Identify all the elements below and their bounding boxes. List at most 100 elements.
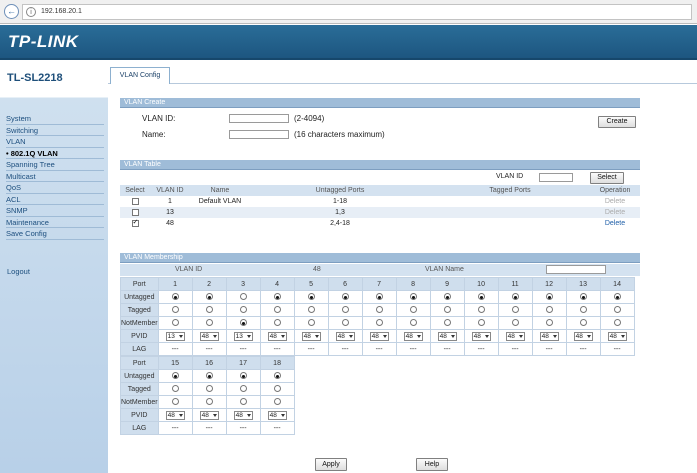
tagged-radio[interactable] [307,306,315,314]
pvid-select[interactable]: 48 [573,331,593,341]
untagged-radio[interactable] [307,293,315,301]
notmember-radio[interactable] [443,319,451,327]
pvid-select[interactable]: 48 [607,331,627,341]
row-select-checkbox[interactable] [131,197,139,205]
notmember-radio[interactable] [273,398,281,406]
row-delete-link[interactable]: Delete [590,207,640,218]
untagged-radio[interactable] [273,372,281,380]
notmember-radio[interactable] [511,319,519,327]
pvid-select[interactable]: 48 [199,331,219,341]
notmember-radio[interactable] [171,398,179,406]
tagged-radio[interactable] [239,385,247,393]
untagged-radio[interactable] [239,372,247,380]
notmember-radio[interactable] [545,319,553,327]
pvid-select[interactable]: 48 [539,331,559,341]
tagged-radio[interactable] [171,385,179,393]
help-button[interactable]: Help [416,458,448,471]
untagged-radio[interactable] [171,293,179,301]
pvid-select[interactable]: 48 [165,410,185,420]
notmember-radio[interactable] [375,319,383,327]
notmember-radio[interactable] [239,398,247,406]
tagged-radio[interactable] [477,306,485,314]
row-delete-link[interactable]: Delete [590,218,640,229]
notmember-radio[interactable] [613,319,621,327]
tagged-radio[interactable] [171,306,179,314]
untagged-radio[interactable] [273,293,281,301]
create-button[interactable]: Create [598,116,636,128]
sidebar-item-save-config[interactable]: Save Config [6,228,104,240]
untagged-radio[interactable] [511,293,519,301]
sidebar-item-switching[interactable]: Switching [6,125,104,136]
tagged-radio[interactable] [409,306,417,314]
tagged-radio[interactable] [205,306,213,314]
sidebar-item-vlan[interactable]: VLAN [6,136,104,148]
notmember-radio[interactable] [477,319,485,327]
pvid-select[interactable]: 13 [165,331,185,341]
notmember-radio[interactable] [579,319,587,327]
pvid-select[interactable]: 48 [267,410,287,420]
sidebar-item-acl[interactable]: ACL [6,194,104,205]
pvid-select[interactable]: 48 [437,331,457,341]
untagged-radio[interactable] [239,293,247,301]
pvid-select[interactable]: 13 [233,331,253,341]
pvid-select[interactable]: 48 [369,331,389,341]
logout-link[interactable]: Logout [7,267,30,276]
pvid-select[interactable]: 48 [233,410,253,420]
tagged-radio[interactable] [273,385,281,393]
tagged-radio[interactable] [205,385,213,393]
apply-button[interactable]: Apply [315,458,347,471]
sidebar-item-qos[interactable]: QoS [6,182,104,194]
sidebar-item-spanning-tree[interactable]: Spanning Tree [6,159,104,171]
notmember-radio[interactable] [409,319,417,327]
sidebar-item-snmp[interactable]: SNMP [6,205,104,217]
untagged-radio[interactable] [205,372,213,380]
notmember-radio[interactable] [273,319,281,327]
tagged-radio[interactable] [511,306,519,314]
membership-vlan-name-input[interactable] [546,265,606,274]
vlan-name-input[interactable] [229,130,289,139]
row-delete-link[interactable]: Delete [590,196,640,207]
vlan-id-search-input[interactable] [539,173,573,182]
tab-vlan-config[interactable]: VLAN Config [110,67,170,84]
tagged-radio[interactable] [341,306,349,314]
info-icon[interactable]: i [26,7,36,17]
tagged-radio[interactable] [443,306,451,314]
tagged-radio[interactable] [579,306,587,314]
pvid-select[interactable]: 48 [301,331,321,341]
back-arrow-icon[interactable]: ← [4,4,19,19]
untagged-radio[interactable] [171,372,179,380]
row-select-checkbox[interactable] [131,218,139,227]
notmember-radio[interactable] [239,319,247,327]
notmember-radio[interactable] [205,319,213,327]
notmember-radio[interactable] [307,319,315,327]
untagged-radio[interactable] [443,293,451,301]
sidebar-item-maintenance[interactable]: Maintenance [6,217,104,228]
pvid-select[interactable]: 48 [403,331,423,341]
tagged-radio[interactable] [545,306,553,314]
pvid-select[interactable]: 48 [471,331,491,341]
notmember-radio[interactable] [341,319,349,327]
row-select-checkbox[interactable] [131,208,139,216]
sidebar-item-multicast[interactable]: Multicast [6,171,104,182]
notmember-radio[interactable] [205,398,213,406]
untagged-radio[interactable] [579,293,587,301]
vlan-id-input[interactable] [229,114,289,123]
untagged-radio[interactable] [613,293,621,301]
sidebar-item-system[interactable]: System [6,113,104,125]
notmember-radio[interactable] [171,319,179,327]
pvid-select[interactable]: 48 [199,410,219,420]
tagged-radio[interactable] [375,306,383,314]
select-button[interactable]: Select [590,172,624,184]
pvid-select[interactable]: 48 [335,331,355,341]
untagged-radio[interactable] [341,293,349,301]
untagged-radio[interactable] [477,293,485,301]
pvid-select[interactable]: 48 [505,331,525,341]
pvid-select[interactable]: 48 [267,331,287,341]
tagged-radio[interactable] [239,306,247,314]
untagged-radio[interactable] [375,293,383,301]
sidebar-item-802-1q-vlan[interactable]: • 802.1Q VLAN [6,148,104,159]
url-field[interactable]: i 192.168.20.1 [22,4,692,20]
tagged-radio[interactable] [273,306,281,314]
untagged-radio[interactable] [205,293,213,301]
tagged-radio[interactable] [613,306,621,314]
